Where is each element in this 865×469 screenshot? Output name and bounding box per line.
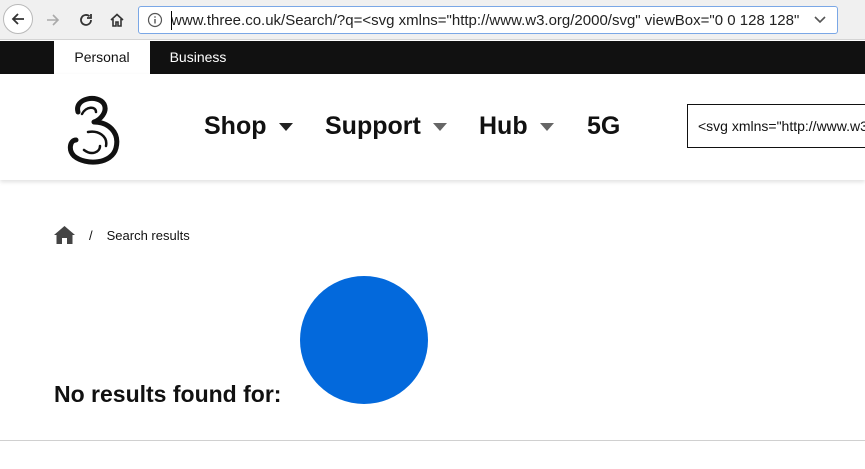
back-arrow-icon <box>11 13 24 25</box>
forward-button[interactable] <box>37 4 69 36</box>
caret-down-icon <box>432 122 447 131</box>
breadcrumb: / Search results <box>54 223 190 247</box>
site-segment-bar: Personal Business <box>0 41 865 74</box>
no-results-heading: No results found for: <box>54 381 282 407</box>
home-button[interactable] <box>101 4 133 36</box>
forward-arrow-icon <box>47 14 60 26</box>
breadcrumb-separator: / <box>89 227 93 243</box>
reload-button[interactable] <box>70 4 102 36</box>
caret-down-icon <box>539 122 554 131</box>
tab-personal[interactable]: Personal <box>54 41 150 74</box>
nav-hub[interactable]: Hub <box>479 112 554 141</box>
nav-support[interactable]: Support <box>325 112 447 141</box>
search-input[interactable]: <svg xmlns="http://www.w3 <box>687 104 865 148</box>
chevron-down-icon[interactable] <box>813 14 827 26</box>
browser-toolbar: www.three.co.uk/Search/?q=<svg xmlns="ht… <box>0 0 865 40</box>
info-icon[interactable] <box>147 12 163 28</box>
three-logo[interactable] <box>64 92 128 168</box>
breadcrumb-current: Search results <box>106 227 190 243</box>
back-button[interactable] <box>3 4 33 34</box>
nav-5g-label: 5G <box>587 112 621 140</box>
injected-svg-circle <box>300 276 428 404</box>
caret-down-icon <box>278 122 293 131</box>
text-caret <box>171 11 172 30</box>
home-icon <box>110 13 124 27</box>
nav-shop-label: Shop <box>204 112 267 140</box>
address-bar[interactable]: www.three.co.uk/Search/?q=<svg xmlns="ht… <box>138 6 838 34</box>
tab-business[interactable]: Business <box>150 41 246 74</box>
divider <box>0 440 865 441</box>
nav-5g[interactable]: 5G <box>587 112 620 141</box>
nav-shop[interactable]: Shop <box>204 112 293 141</box>
nav-hub-label: Hub <box>479 112 528 140</box>
reload-icon <box>80 14 92 26</box>
home-icon[interactable] <box>54 226 75 244</box>
nav-support-label: Support <box>325 112 421 140</box>
site-header: Shop Support Hub 5G <svg xmlns="http://w… <box>0 74 865 180</box>
search-input-value: <svg xmlns="http://www.w3 <box>698 118 865 134</box>
url-text[interactable]: www.three.co.uk/Search/?q=<svg xmlns="ht… <box>171 12 801 29</box>
